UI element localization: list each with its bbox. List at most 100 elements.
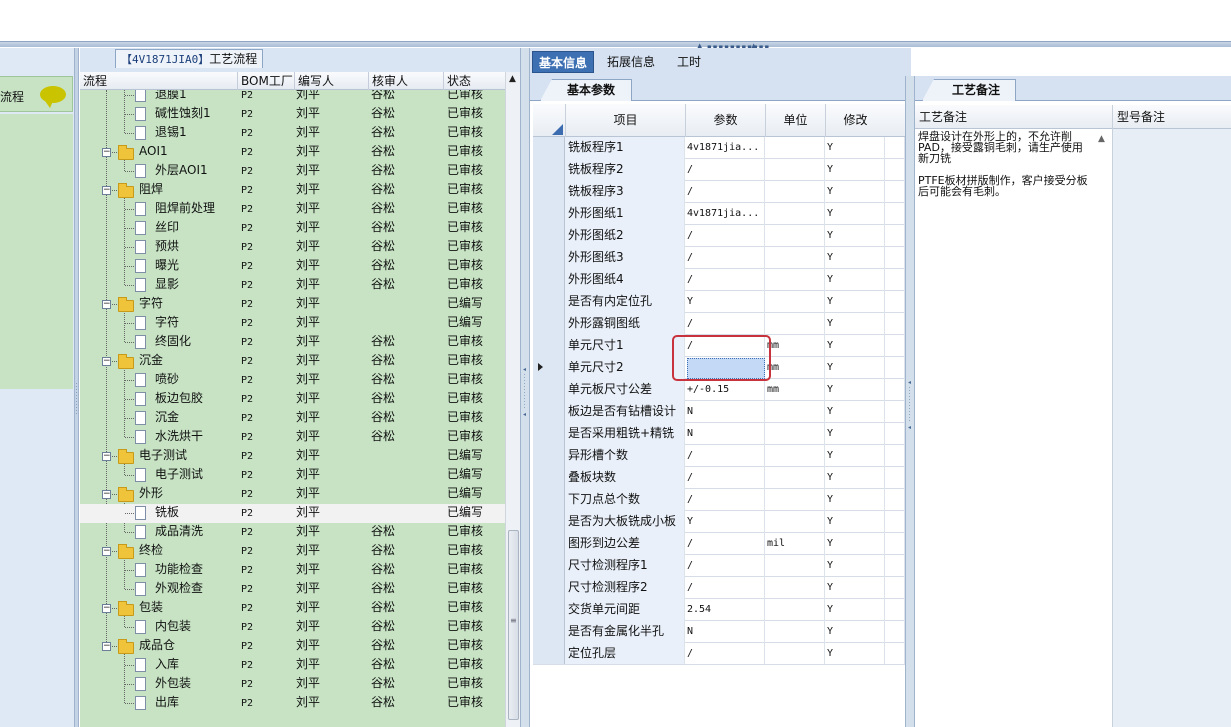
row-indicator[interactable] [533, 291, 565, 313]
param-row[interactable]: 叠板块数 / Y [533, 467, 905, 489]
param-row[interactable]: 图形到边公差 / mil Y [533, 533, 905, 555]
param-value-cell[interactable]: N [685, 621, 765, 643]
tree-row[interactable]: 沉金 P2 刘平 谷松 已审核 [80, 409, 505, 428]
param-modify-cell[interactable]: Y [825, 643, 885, 665]
row-indicator[interactable] [533, 335, 565, 357]
param-row[interactable]: 外形露铜图纸 / Y [533, 313, 905, 335]
param-unit-cell[interactable] [765, 555, 825, 577]
param-value-cell[interactable]: / [685, 489, 765, 511]
tree-row[interactable]: 成品清洗 P2 刘平 谷松 已审核 [80, 523, 505, 542]
collapse-toggle-icon[interactable]: − [102, 604, 111, 613]
row-indicator[interactable] [533, 621, 565, 643]
param-modify-cell[interactable]: Y [825, 203, 885, 225]
param-modify-cell[interactable]: Y [825, 335, 885, 357]
param-unit-cell[interactable] [765, 291, 825, 313]
param-modify-cell[interactable]: Y [825, 445, 885, 467]
param-unit-cell[interactable]: mm [765, 379, 825, 401]
splitter-grip-icon[interactable]: · · · · · · · · · · · [75, 382, 78, 418]
tree-row[interactable]: − 外形 P2 刘平 已编写 [80, 485, 505, 504]
param-modify-cell[interactable]: Y [825, 247, 885, 269]
param-row[interactable]: 尺寸检测程序2/ Y [533, 577, 905, 599]
param-modify-cell[interactable]: Y [825, 599, 885, 621]
tab-basic-info[interactable]: 基本信息 [532, 51, 595, 73]
middle-splitter[interactable]: ◂ · · · · · · · · · · · · ◂ [520, 48, 530, 727]
column-header-reviewer[interactable]: 核审人 [368, 72, 443, 90]
param-modify-cell[interactable]: Y [825, 511, 885, 533]
param-modify-cell[interactable]: Y [825, 357, 885, 379]
param-modify-cell[interactable]: Y [825, 291, 885, 313]
param-modify-cell[interactable]: Y [825, 269, 885, 291]
column-header-unit[interactable]: 单位 [765, 104, 825, 137]
row-indicator[interactable] [533, 445, 565, 467]
column-header-status[interactable]: 状态 [443, 72, 505, 90]
tree-row[interactable]: − 包装 P2 刘平 谷松 已审核 [80, 599, 505, 618]
tree-row[interactable]: 曝光 P2 刘平 谷松 已审核 [80, 257, 505, 276]
row-indicator[interactable] [533, 511, 565, 533]
tree-row[interactable]: 预烘 P2 刘平 谷松 已审核 [80, 238, 505, 257]
tree-row[interactable]: 外观检查 P2 刘平 谷松 已审核 [80, 580, 505, 599]
collapse-toggle-icon[interactable]: − [102, 547, 111, 556]
tree-row[interactable]: 终固化 P2 刘平 谷松 已审核 [80, 333, 505, 352]
column-header-item[interactable]: 项目 [565, 104, 685, 137]
column-header-writer[interactable]: 编写人 [294, 72, 368, 90]
param-unit-cell[interactable] [765, 577, 825, 599]
tree-row[interactable]: 碱性蚀刻1 P2 刘平 谷松 已审核 [80, 105, 505, 124]
param-row[interactable]: 下刀点总个数 / Y [533, 489, 905, 511]
param-modify-cell[interactable]: Y [825, 181, 885, 203]
param-unit-cell[interactable] [765, 247, 825, 269]
param-modify-cell[interactable]: Y [825, 137, 885, 159]
param-row[interactable]: 定位孔层 / Y [533, 643, 905, 665]
param-row[interactable]: 铣板程序2/ Y [533, 159, 905, 181]
param-unit-cell[interactable] [765, 313, 825, 335]
comment-bubble-icon[interactable] [40, 86, 66, 108]
param-modify-cell[interactable]: Y [825, 401, 885, 423]
tab-basic-params[interactable]: 基本参数 [540, 79, 632, 101]
tab-extended-info[interactable]: 拓展信息 [601, 51, 661, 73]
nav-item-process[interactable]: 流程 [0, 76, 73, 112]
param-modify-cell[interactable]: Y [825, 423, 885, 445]
row-indicator[interactable] [533, 577, 565, 599]
tree-row[interactable]: 外包装 P2 刘平 谷松 已审核 [80, 675, 505, 694]
param-row[interactable]: 是否采用粗铣+精铣 N Y [533, 423, 905, 445]
row-indicator[interactable] [533, 181, 565, 203]
param-modify-cell[interactable]: Y [825, 621, 885, 643]
splitter-grip-icon[interactable]: ◂ · · · · · · · · · · · · ◂ [908, 380, 911, 431]
param-unit-cell[interactable]: mm [765, 357, 825, 379]
row-indicator[interactable] [533, 489, 565, 511]
row-indicator[interactable] [533, 423, 565, 445]
row-indicator[interactable] [533, 533, 565, 555]
column-header-param[interactable]: 参数 [685, 104, 765, 137]
param-row[interactable]: 是否有金属化半孔 N Y [533, 621, 905, 643]
collapse-toggle-icon[interactable]: − [102, 642, 111, 651]
tree-row[interactable]: − 电子测试 P2 刘平 已编写 [80, 447, 505, 466]
top-splitter[interactable]: ▪▪▪▪▪▪▪▪▪▪▪ ▲ ▲ [0, 41, 1231, 51]
param-modify-cell[interactable]: Y [825, 313, 885, 335]
row-indicator[interactable] [533, 401, 565, 423]
param-row[interactable]: 外形图纸3/ Y [533, 247, 905, 269]
left-splitter[interactable]: · · · · · · · · · · · [75, 48, 79, 727]
row-indicator[interactable] [533, 269, 565, 291]
param-row[interactable]: 外形图纸1 4v1871jia... Y [533, 203, 905, 225]
param-row[interactable]: 板边是否有钻槽设计 N Y [533, 401, 905, 423]
collapse-toggle-icon[interactable]: − [102, 452, 111, 461]
param-unit-cell[interactable] [765, 621, 825, 643]
tree-row[interactable]: − 成品仓 P2 刘平 谷松 已审核 [80, 637, 505, 656]
param-value-cell[interactable]: Y [685, 291, 765, 313]
tree-row[interactable]: − 沉金 P2 刘平 谷松 已审核 [80, 352, 505, 371]
right-splitter[interactable]: ◂ · · · · · · · · · · · · ◂ [905, 76, 915, 727]
column-header-process-notes[interactable]: 工艺备注 [915, 105, 1113, 129]
tree-row[interactable]: 丝印 P2 刘平 谷松 已审核 [80, 219, 505, 238]
tree-row[interactable]: 出库 P2 刘平 谷松 已审核 [80, 694, 505, 713]
row-indicator[interactable] [533, 225, 565, 247]
param-row[interactable]: 是否为大板铣成小板 Y Y [533, 511, 905, 533]
column-header-process[interactable]: 流程 [80, 72, 237, 90]
param-unit-cell[interactable]: mil [765, 533, 825, 555]
param-value-cell[interactable]: / [685, 313, 765, 335]
param-modify-cell[interactable]: Y [825, 467, 885, 489]
param-unit-cell[interactable] [765, 203, 825, 225]
tree-row[interactable]: − AOI1 P2 刘平 谷松 已审核 [80, 143, 505, 162]
scroll-up-icon[interactable]: ▲ [509, 74, 516, 84]
param-unit-cell[interactable] [765, 159, 825, 181]
param-value-cell[interactable]: N [685, 423, 765, 445]
row-indicator[interactable] [533, 203, 565, 225]
